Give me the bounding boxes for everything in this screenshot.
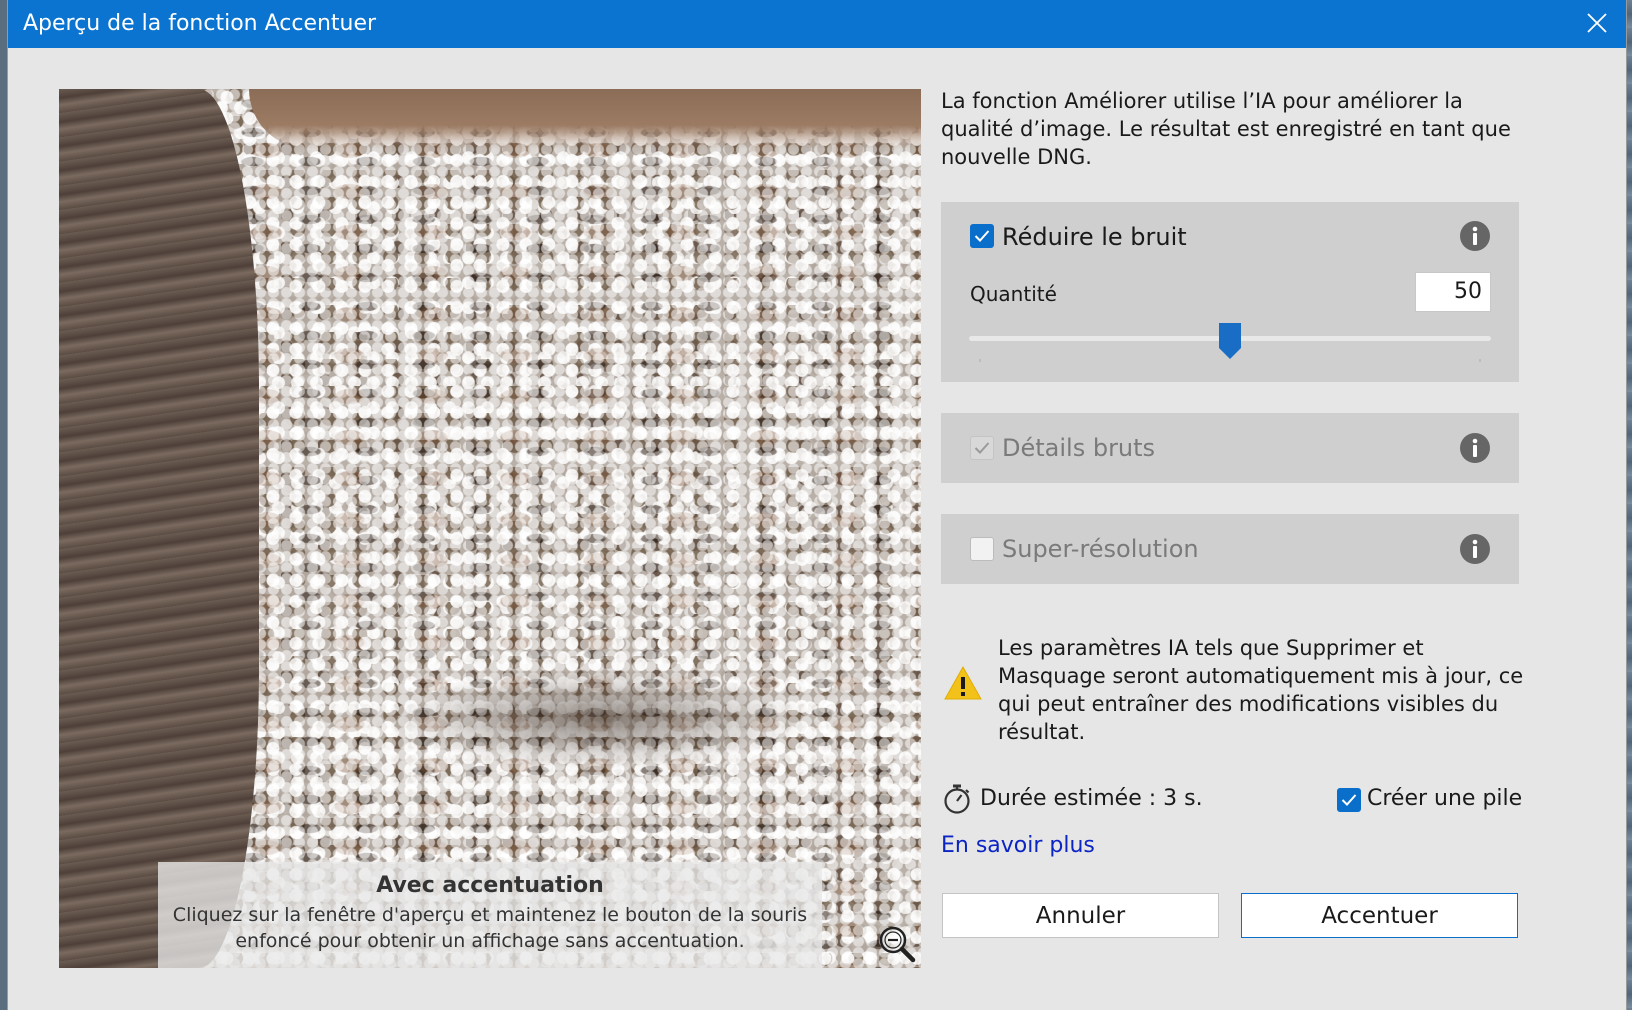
close-button[interactable]: [1574, 2, 1620, 44]
warning-text: Les paramètres IA tels que Supprimer et …: [998, 636, 1524, 744]
super-resolution-panel: Super-résolution: [941, 514, 1519, 584]
raw-details-label: Détails bruts: [1002, 434, 1156, 462]
preview-elephant-skin: [59, 89, 259, 968]
checkmark-icon: [1341, 794, 1357, 806]
cancel-button[interactable]: Annuler: [942, 893, 1219, 938]
preview-caption-text: Cliquez sur la fenêtre d'aperçu et maint…: [172, 904, 808, 952]
amount-input[interactable]: 50: [1415, 272, 1491, 312]
create-stack-label: Créer une pile: [1367, 786, 1523, 811]
checkmark-icon: [974, 442, 990, 454]
estimated-duration: Durée estimée : 3 s.: [980, 786, 1203, 811]
close-icon: [1587, 13, 1607, 33]
super-resolution-checkbox[interactable]: [970, 537, 994, 561]
info-icon[interactable]: [1459, 220, 1491, 252]
raw-details-checkbox[interactable]: [970, 436, 994, 460]
stopwatch-icon: [944, 784, 970, 814]
enhance-button[interactable]: Accentuer: [1241, 893, 1518, 938]
preview-caption: Avec accentuation Cliquez sur la fenêtre…: [158, 862, 822, 968]
dialog-description: La fonction Améliorer utilise l’IA pour …: [941, 89, 1511, 169]
preview-image[interactable]: Avec accentuation Cliquez sur la fenêtre…: [59, 89, 921, 968]
amount-slider-thumb[interactable]: [1218, 322, 1242, 360]
zoom-out-icon[interactable]: [877, 924, 917, 964]
preview-caption-title: Avec accentuation: [376, 873, 604, 898]
denoise-checkbox[interactable]: [970, 224, 994, 248]
enhance-preview-dialog: Aperçu de la fonction Accentuer Avec acc…: [7, 0, 1627, 1010]
learn-more-link[interactable]: En savoir plus: [941, 833, 1095, 858]
denoise-label: Réduire le bruit: [1002, 223, 1187, 251]
title-bar: Aperçu de la fonction Accentuer: [8, 0, 1626, 48]
info-icon[interactable]: [1459, 432, 1491, 464]
raw-details-panel: Détails bruts: [941, 413, 1519, 483]
checkmark-icon: [974, 230, 990, 242]
denoise-panel: Réduire le bruit Quantité 50: [941, 202, 1519, 382]
dialog-title: Aperçu de la fonction Accentuer: [23, 11, 377, 36]
create-stack-checkbox[interactable]: [1337, 788, 1361, 812]
info-icon[interactable]: [1459, 533, 1491, 565]
warning-icon: [944, 665, 982, 700]
amount-label: Quantité: [970, 282, 1057, 306]
super-resolution-label: Super-résolution: [1002, 535, 1199, 563]
